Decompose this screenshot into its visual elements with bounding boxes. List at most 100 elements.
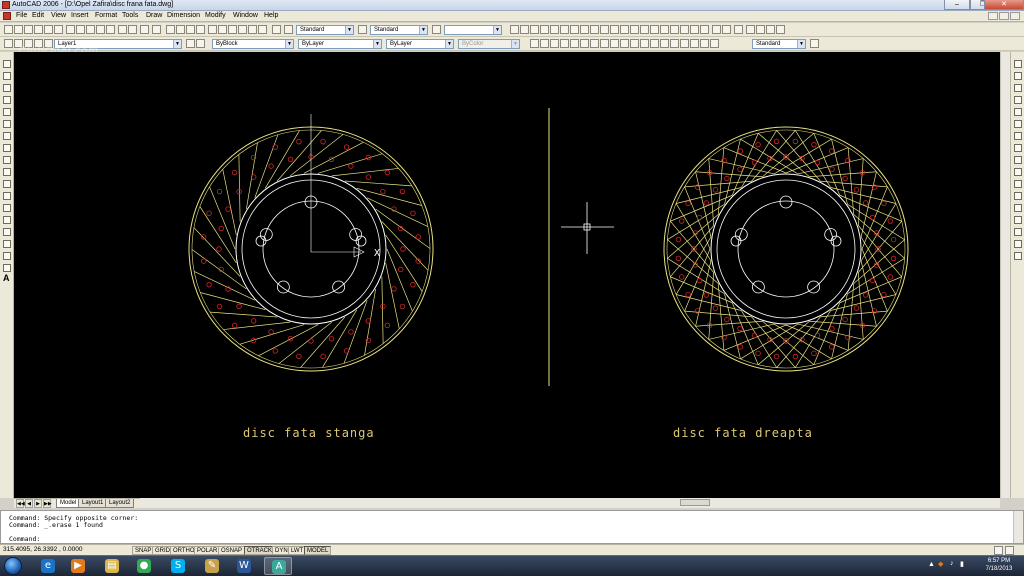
table-tool-icon[interactable] <box>3 264 11 272</box>
command-prompt[interactable]: Command: <box>9 535 40 543</box>
text-style-icon[interactable] <box>284 25 293 34</box>
zoom-window-icon[interactable] <box>186 25 195 34</box>
menu-tools[interactable]: Tools <box>122 12 138 19</box>
snap-center-icon[interactable] <box>580 25 589 34</box>
angular-dim-icon[interactable] <box>600 39 609 48</box>
snap-quadrant-icon[interactable] <box>590 25 599 34</box>
chevron-down-icon[interactable]: ▼ <box>345 26 353 34</box>
dim-style-icon[interactable] <box>358 25 367 34</box>
mirror-tool-icon[interactable] <box>1014 84 1022 92</box>
clean-screen-icon[interactable] <box>1005 546 1014 555</box>
circle-tool-icon[interactable] <box>3 132 11 140</box>
offset-tool-icon[interactable] <box>1014 96 1022 104</box>
polyline-tool-icon[interactable] <box>3 84 11 92</box>
tab-layout1[interactable]: Layout1 <box>78 499 108 508</box>
chamfer-tool-icon[interactable] <box>1014 228 1022 236</box>
snap-nearest-icon[interactable] <box>630 25 639 34</box>
doc-close-button[interactable] <box>1010 12 1020 20</box>
ellipse-tool-icon[interactable] <box>3 168 11 176</box>
region-tool-icon[interactable] <box>3 252 11 260</box>
save-icon[interactable] <box>24 25 33 34</box>
menu-view[interactable]: View <box>51 12 66 19</box>
radius-dim-icon[interactable] <box>570 39 579 48</box>
properties-icon[interactable] <box>208 25 217 34</box>
plot-preview-icon[interactable] <box>44 25 53 34</box>
text-style-select[interactable]: Standard ▼ <box>296 25 354 35</box>
sheet-set-icon[interactable] <box>238 25 247 34</box>
copy-tool-icon[interactable] <box>1014 72 1022 80</box>
scroll-thumb[interactable] <box>680 499 710 506</box>
menu-dimension[interactable]: Dimension <box>167 12 200 19</box>
measure-icon[interactable] <box>746 25 755 34</box>
snap-node-icon[interactable] <box>620 25 629 34</box>
toggle-otrack[interactable]: OTRACK <box>244 546 276 555</box>
table-style-icon[interactable] <box>432 25 441 34</box>
taskbar-autocad-button[interactable]: A <box>264 557 292 575</box>
menu-insert[interactable]: Insert <box>71 12 89 19</box>
center-mark-icon[interactable] <box>660 39 669 48</box>
calculator-icon[interactable] <box>258 25 267 34</box>
pan-icon[interactable] <box>166 25 175 34</box>
speaker-icon[interactable]: ♪ <box>950 560 954 567</box>
baseline-dim-icon[interactable] <box>620 39 629 48</box>
markup-icon[interactable] <box>248 25 257 34</box>
layer-previous-icon[interactable] <box>196 39 205 48</box>
snap-settings-icon[interactable] <box>650 25 659 34</box>
fillet-tool-icon[interactable] <box>1014 240 1022 248</box>
scale-tool-icon[interactable] <box>1014 144 1022 152</box>
insert-block-icon[interactable] <box>3 192 11 200</box>
document-icon[interactable] <box>3 12 11 20</box>
menu-format[interactable]: Format <box>95 12 117 19</box>
menu-file[interactable]: File <box>16 12 27 19</box>
comm-center-icon[interactable] <box>994 546 1003 555</box>
snap-apparent-icon[interactable] <box>560 25 569 34</box>
clock[interactable]: 6:57 PM 7/18/2013 <box>980 557 1018 575</box>
tool-palettes-icon[interactable] <box>228 25 237 34</box>
make-current-layer-icon[interactable] <box>186 39 195 48</box>
snap-endpoint-icon[interactable] <box>660 25 669 34</box>
toggle-osnap[interactable]: OSNAP <box>218 546 246 555</box>
arc-tool-icon[interactable] <box>3 120 11 128</box>
dim-style-apply-icon[interactable] <box>810 39 819 48</box>
new-file-icon[interactable] <box>4 25 13 34</box>
quick-leader-icon[interactable] <box>640 39 649 48</box>
linetype-select[interactable]: ByLayer ▼ <box>298 39 382 49</box>
chevron-down-icon[interactable]: ▼ <box>173 40 181 48</box>
mtext-tool-icon[interactable]: A <box>3 273 10 283</box>
doc-restore-button[interactable] <box>999 12 1009 20</box>
dim-edit-icon[interactable] <box>670 39 679 48</box>
horizontal-scrollbar[interactable] <box>140 498 1000 508</box>
revcloud-tool-icon[interactable] <box>3 144 11 152</box>
menu-help[interactable]: Help <box>264 12 278 19</box>
dim-style2-select[interactable]: Standard ▼ <box>752 39 806 49</box>
polyline-icon[interactable] <box>530 25 539 34</box>
move-tool-icon[interactable] <box>1014 120 1022 128</box>
taskbar-internet-explorer-button[interactable]: e <box>34 557 62 575</box>
snap-insert-icon[interactable] <box>680 25 689 34</box>
last-tab-button[interactable]: ▶▶ <box>43 499 52 508</box>
trim-tool-icon[interactable] <box>1014 168 1022 176</box>
start-button[interactable] <box>4 557 22 575</box>
make-block-icon[interactable] <box>3 204 11 212</box>
tray-app-icon[interactable]: ◆ <box>938 560 943 568</box>
construction-line-icon[interactable] <box>520 25 529 34</box>
close-button[interactable]: ✕ <box>984 0 1024 10</box>
zoom-previous-icon[interactable] <box>196 25 205 34</box>
continue-dim-icon[interactable] <box>630 39 639 48</box>
autocad-app-icon[interactable] <box>2 1 10 9</box>
menu-edit[interactable]: Edit <box>32 12 44 19</box>
plot-icon[interactable] <box>34 25 43 34</box>
menu-draw[interactable]: Draw <box>146 12 162 19</box>
next-tab-button[interactable]: ▶ <box>34 499 42 508</box>
point-tool-icon[interactable] <box>3 216 11 224</box>
snap-perpendicular-icon[interactable] <box>540 25 549 34</box>
chevron-down-icon[interactable]: ▼ <box>445 40 453 48</box>
chevron-down-icon[interactable]: ▼ <box>493 26 501 34</box>
tray-arrow-icon[interactable]: ▲ <box>928 561 935 568</box>
network-icon[interactable]: ▮ <box>960 560 964 568</box>
copy-icon[interactable] <box>76 25 85 34</box>
ordinate-dim-icon[interactable] <box>560 39 569 48</box>
chevron-down-icon[interactable]: ▼ <box>797 40 805 48</box>
snap-temporary-icon[interactable] <box>690 25 699 34</box>
snap-parallel-icon[interactable] <box>610 25 619 34</box>
